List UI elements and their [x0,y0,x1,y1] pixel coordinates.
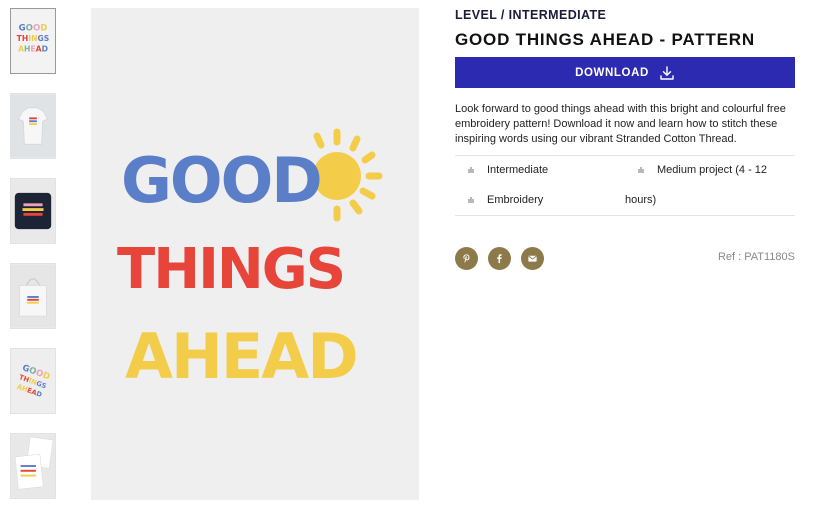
pinterest-icon [463,254,470,263]
tilted-artwork-thumbnail-image: GOOD THINGS AHEAD [11,349,55,413]
technique-icon [466,196,476,206]
download-button-label: DOWNLOAD [575,66,649,79]
artwork-word-good: GOOD [121,144,321,217]
attribute-project-size-continued: hours) [625,194,657,206]
artwork-letter: GOOD [121,144,321,217]
thumb-word-things: THINGS [17,34,50,43]
thumb-word-ahead: AHEAD [18,45,48,54]
email-icon [528,255,537,262]
thumbnail-artwork-tilted[interactable]: GOOD THINGS AHEAD [10,348,56,414]
cushion-thumbnail-image [11,179,55,243]
thumbnail-t-shirt[interactable] [10,93,56,159]
share-pinterest-button[interactable] [455,247,478,270]
main-product-image: GOOD THINGS AHEAD [91,8,419,500]
divider [455,215,795,216]
facebook-icon [497,254,502,264]
artwork-letter: THINGS [117,237,344,302]
thumbnail-printed-sheets[interactable] [10,433,56,499]
good-things-ahead-artwork: GOOD THINGS AHEAD [91,8,419,500]
attribute-technique: Embroidery [487,194,544,206]
divider [455,155,795,156]
artwork-word-ahead: AHEAD [125,320,357,393]
attribute-level: Intermediate [487,164,549,176]
t-shirt-thumbnail-image [11,94,55,158]
artwork-thumbnail-image: GOOD THINGS AHEAD [11,9,55,73]
product-level: LEVEL / INTERMEDIATE [455,8,607,22]
download-button[interactable]: DOWNLOAD [455,57,795,88]
artwork-letter: AHEAD [125,320,357,393]
thumbnail-cushion[interactable] [10,178,56,244]
download-icon [659,65,675,81]
product-reference: Ref : PAT1180S [717,251,795,263]
project-size-icon [636,166,646,176]
share-email-button[interactable] [521,247,544,270]
attribute-project-size: Medium project (4 - 12 [657,164,768,176]
product-description: Look forward to good things ahead with t… [455,103,786,145]
artwork-word-things: THINGS [117,237,344,302]
thumbnail-tote-bag[interactable] [10,263,56,329]
share-facebook-button[interactable] [488,247,511,270]
level-icon [466,166,476,176]
product-title: GOOD THINGS AHEAD - PATTERN [455,30,755,49]
tote-bag-thumbnail-image [11,264,55,328]
printed-sheets-thumbnail-image [11,434,55,498]
thumbnail-pattern-artwork[interactable]: GOOD THINGS AHEAD [10,8,56,74]
thumb-word-good: GOOD [19,23,48,33]
